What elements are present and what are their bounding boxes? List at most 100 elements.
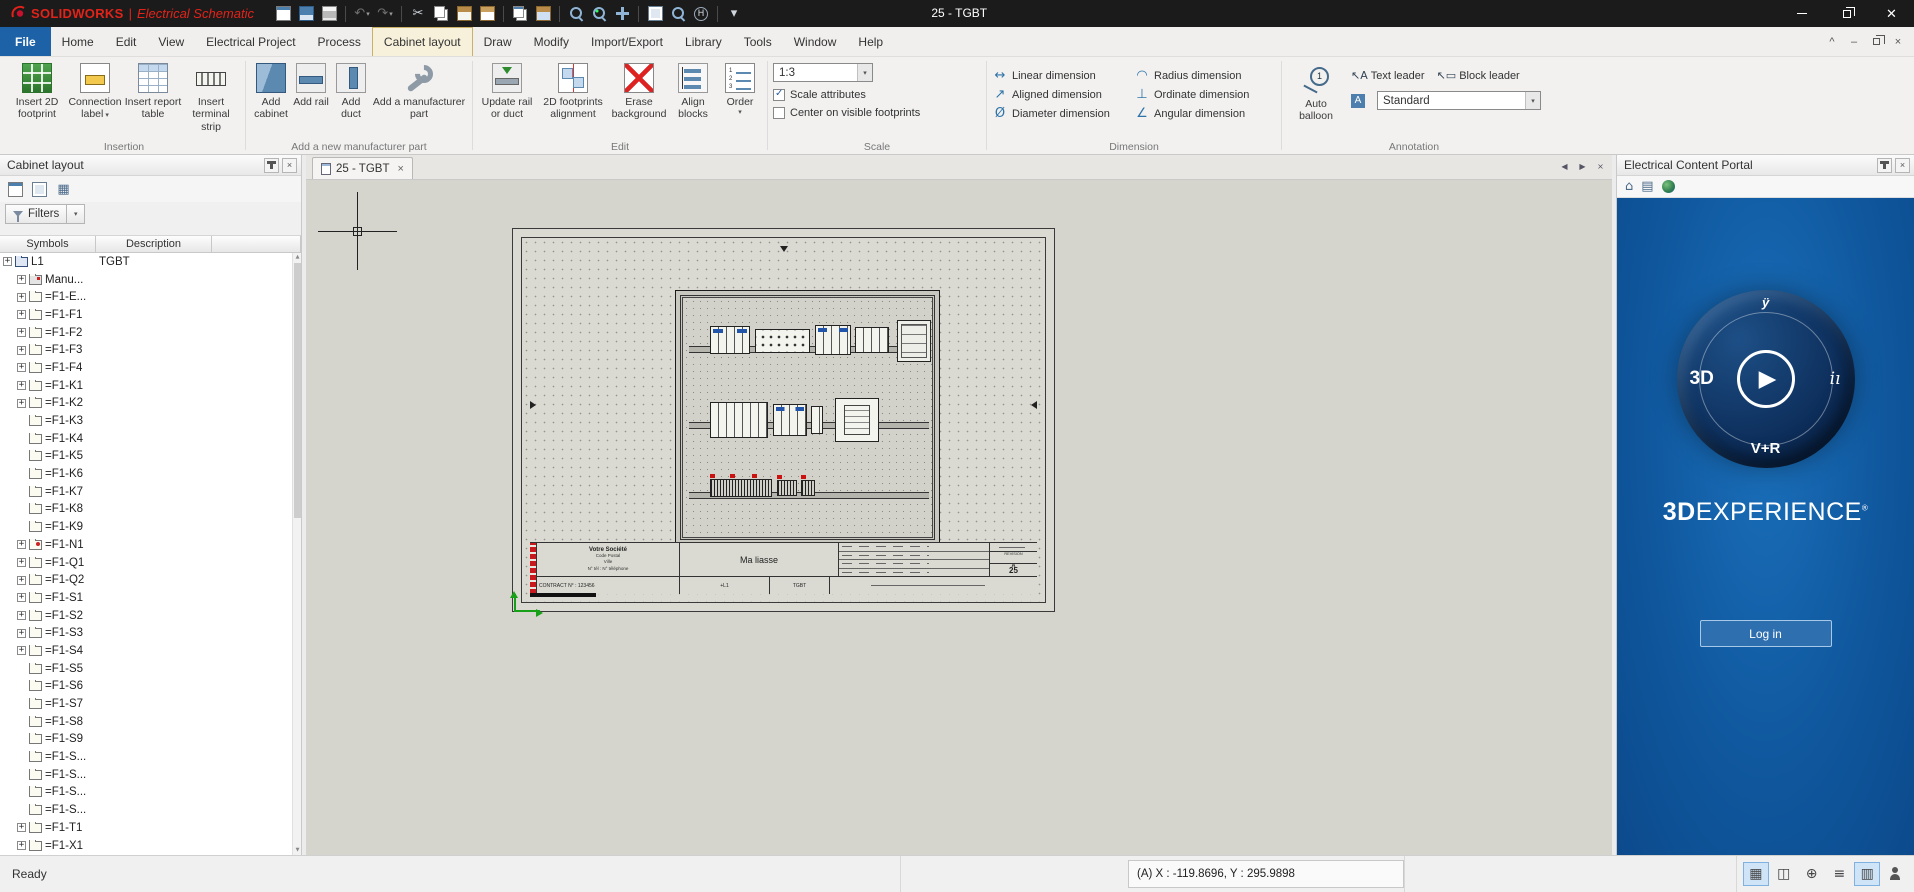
snap-toggle-icon[interactable]: ◫ (1771, 862, 1797, 886)
breaker-group[interactable] (773, 404, 807, 436)
tree-scrollbar[interactable]: ▲ ▼ (292, 253, 301, 855)
zoom-fit-icon[interactable] (588, 3, 610, 25)
scale-attributes-checkbox[interactable]: Scale attributes (773, 89, 981, 101)
quick-access-options-caret[interactable]: ▾ (723, 3, 745, 25)
expand-icon[interactable]: + (17, 363, 26, 372)
scroll-down-icon[interactable]: ▼ (293, 846, 301, 855)
insert-2d-footprint-button[interactable]: Insert 2D footprint (8, 58, 66, 121)
tree-row[interactable]: +=F1-F1 (0, 306, 292, 324)
print-icon[interactable] (318, 3, 340, 25)
diameter-dimension-button[interactable]: ØDiameter dimension (992, 106, 1134, 121)
menu-library[interactable]: Library (674, 27, 733, 56)
add-cabinet-button[interactable]: Add cabinet (251, 58, 291, 121)
2d-footprints-alignment-button[interactable]: 2D footprints alignment (536, 58, 610, 121)
expand-icon[interactable]: + (17, 275, 26, 284)
expand-icon[interactable]: + (17, 310, 26, 319)
child-minimize-icon[interactable]: – (1846, 34, 1862, 50)
tree-row[interactable]: +=F1-F3 (0, 341, 292, 359)
tree-row[interactable]: =F1-K3 (0, 412, 292, 430)
add-rail-button[interactable]: Add rail (291, 58, 331, 108)
radius-dimension-button[interactable]: ◠Radius dimension (1134, 68, 1276, 83)
angular-dimension-button[interactable]: ∠Angular dimension (1134, 106, 1276, 121)
search-icon[interactable] (667, 3, 689, 25)
tree-row[interactable]: =F1-S7 (0, 695, 292, 713)
tree-row[interactable]: =F1-S9 (0, 731, 292, 749)
insert-report-table-button[interactable]: Insert report table (124, 58, 182, 121)
tab-scroll-left-icon[interactable]: ◀ (1557, 159, 1572, 174)
breaker-group[interactable] (710, 402, 768, 438)
ordinate-dimension-button[interactable]: ⊥Ordinate dimension (1134, 87, 1276, 102)
filters-caret-icon[interactable]: ▾ (67, 204, 85, 224)
drawing-canvas[interactable]: Votre Société Code Postal Ville N° tél :… (306, 180, 1612, 855)
project-manager-icon[interactable] (272, 3, 294, 25)
expand-icon[interactable]: + (17, 823, 26, 832)
zoom-window-icon[interactable] (565, 3, 587, 25)
tree-row[interactable]: =F1-K8 (0, 501, 292, 519)
expand-icon[interactable]: + (17, 381, 26, 390)
expand-icon[interactable]: + (17, 346, 26, 355)
paste-icon[interactable] (453, 3, 475, 25)
tree-row[interactable]: =F1-K9 (0, 518, 292, 536)
tree-row[interactable]: +=F1-S3 (0, 624, 292, 642)
fuse-holder-group[interactable] (755, 329, 810, 353)
expand-icon[interactable]: + (17, 293, 26, 302)
column-header-symbols[interactable]: Symbols (0, 236, 96, 252)
tree-row[interactable]: +=F1-F4 (0, 359, 292, 377)
lineweight-toggle-icon[interactable]: ≡ (1826, 862, 1852, 886)
tree-row[interactable]: =F1-S6 (0, 678, 292, 696)
tree-row[interactable]: =F1-S... (0, 748, 292, 766)
align-blocks-button[interactable]: Align blocks (668, 58, 718, 121)
chevron-down-icon[interactable]: ▾ (366, 10, 370, 18)
terminal-strip[interactable] (710, 479, 772, 497)
undo-icon[interactable]: ↶▾ (351, 3, 373, 25)
tabbar-close-icon[interactable]: × (1593, 159, 1608, 174)
help-icon[interactable]: H (690, 3, 712, 25)
child-close-icon[interactable]: × (1890, 34, 1906, 50)
tree-row[interactable]: +Manu... (0, 271, 292, 289)
tree-row[interactable]: =F1-S5 (0, 660, 292, 678)
aligned-dimension-button[interactable]: ↗Aligned dimension (992, 87, 1134, 102)
home-icon[interactable]: ⌂ (1625, 179, 1633, 194)
special-paste-icon[interactable] (476, 3, 498, 25)
distribution-block[interactable] (897, 320, 931, 362)
ribbon-collapse-icon[interactable]: ^ (1824, 34, 1840, 50)
tree-row[interactable]: +=F1-S2 (0, 607, 292, 625)
erase-background-button[interactable]: Erase background (610, 58, 668, 121)
panel-toggle-icon[interactable]: ▥ (1854, 862, 1880, 886)
text-leader-button[interactable]: ↖A Text leader (1351, 69, 1425, 82)
cut-icon[interactable]: ✂ (407, 3, 429, 25)
grid-view-icon[interactable]: ▦ (53, 179, 74, 200)
expand-icon[interactable]: + (3, 257, 12, 266)
column-header-description[interactable]: Description (96, 236, 212, 252)
insert-terminal-strip-button[interactable]: Insert terminal strip (182, 58, 240, 133)
expand-icon[interactable]: + (17, 558, 26, 567)
add-duct-button[interactable]: Add duct (331, 58, 371, 121)
close-button[interactable]: ✕ (1869, 0, 1914, 27)
filters-button[interactable]: Filters (5, 204, 67, 224)
expand-icon[interactable]: + (17, 593, 26, 602)
child-restore-icon[interactable] (1868, 34, 1884, 50)
minimize-button[interactable] (1779, 0, 1824, 27)
pan-icon[interactable] (611, 3, 633, 25)
cabinet-preview-icon[interactable] (29, 179, 50, 200)
redraw-icon[interactable] (644, 3, 666, 25)
add-a-manufacturer-part-button[interactable]: Add a manufacturer part (371, 58, 467, 121)
menu-window[interactable]: Window (783, 27, 848, 56)
breaker-group[interactable] (815, 325, 851, 355)
save-icon[interactable] (295, 3, 317, 25)
pin-icon[interactable] (1877, 158, 1892, 173)
order-button[interactable]: Order▾ (718, 58, 762, 116)
tree-row[interactable]: +=F1-N1 (0, 536, 292, 554)
menu-home[interactable]: Home (51, 27, 105, 56)
tree-row[interactable]: =F1-K4 (0, 430, 292, 448)
chevron-down-icon[interactable]: ▾ (738, 108, 742, 116)
menu-electrical-project[interactable]: Electrical Project (195, 27, 306, 56)
scroll-up-icon[interactable]: ▲ (293, 253, 301, 262)
restore-button[interactable] (1824, 0, 1869, 27)
expand-icon[interactable]: + (17, 629, 26, 638)
scrollbar-thumb[interactable] (294, 263, 301, 518)
linear-dimension-button[interactable]: ↔Linear dimension (992, 68, 1134, 83)
grid-toggle-icon[interactable]: ▦ (1743, 862, 1769, 886)
breaker-group[interactable] (855, 327, 889, 353)
tree-row[interactable]: +=F1-T1 (0, 819, 292, 837)
